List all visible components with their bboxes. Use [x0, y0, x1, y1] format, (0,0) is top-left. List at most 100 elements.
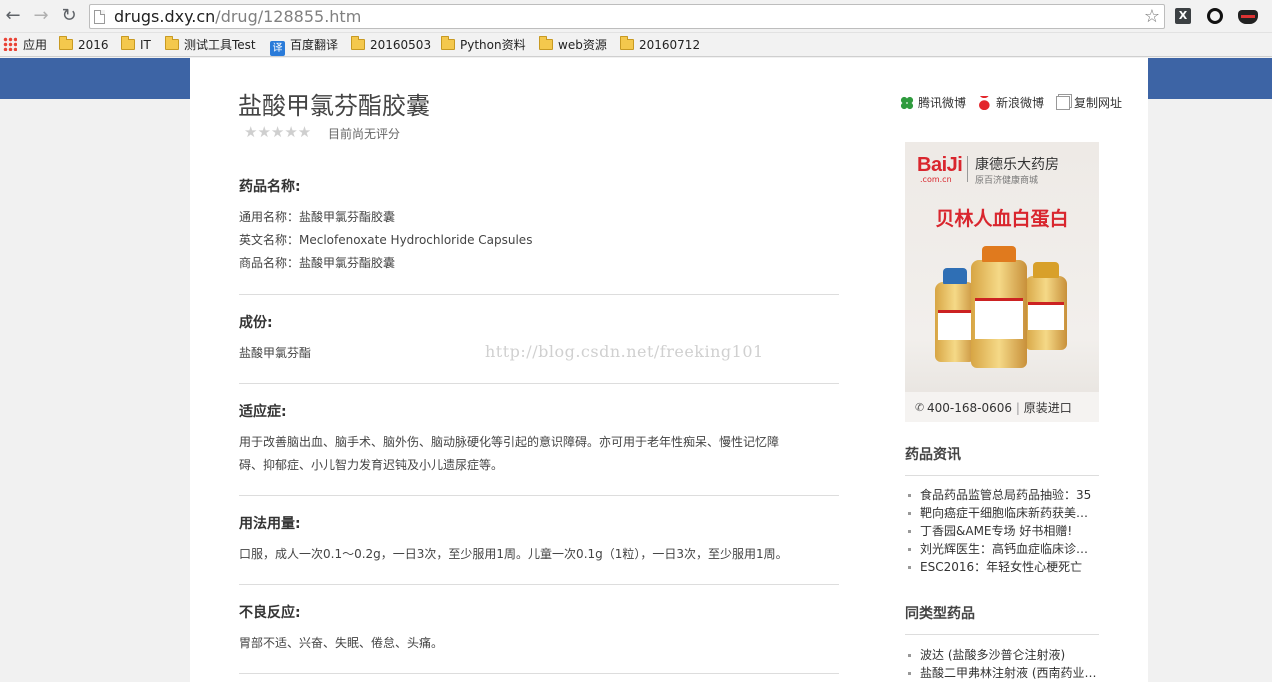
bookmark-label: 百度翻译 [290, 38, 339, 52]
bookmark-star-icon[interactable]: ☆ [1144, 5, 1160, 28]
bookmarks-bar: 应用 2016 IT 测试工具Test 译百度翻译 20160503 Pytho… [0, 33, 1272, 57]
similar-drugs-title: 同类型药品 [905, 606, 975, 622]
section-heading: 药品名称: [239, 179, 301, 195]
ad-phone-note: 原装进口 [1023, 401, 1072, 415]
copy-url-link[interactable]: 复制网址 [1056, 94, 1122, 111]
section-heading: 不良反应: [239, 605, 301, 621]
folder-icon [59, 36, 73, 50]
address-bar[interactable]: drugs.dxy.cn/drug/128855.htm ☆ [89, 4, 1165, 29]
bookmark-label: 2016 [78, 38, 109, 52]
watermark-text: http://blog.csdn.net/freeking101 [485, 342, 764, 361]
share-label: 复制网址 [1074, 96, 1123, 110]
news-list: 食品药品监管总局药品抽验：35 靶向癌症干细胞临床新药获美国… 丁香园&AME专… [905, 486, 1099, 576]
ad-bottle-image [1025, 262, 1067, 350]
section-divider [239, 495, 839, 496]
rating-stars[interactable]: ★★★★★ [244, 123, 311, 141]
section-adverse-reactions: 不良反应: 胃部不适、兴奋、失眠、倦怠、头痛。 [239, 602, 839, 655]
ad-store-subtitle: 原百济健康商城 [975, 176, 1039, 186]
similar-drug-item[interactable]: 波达 (盐酸多沙普仑注射液) [905, 646, 1099, 664]
rating-text: 目前尚无评分 [328, 127, 401, 141]
section-dosage: 用法用量: 口服，成人一次0.1～0.2g，一日3次，至少服用1周。儿童一次0.… [239, 513, 839, 566]
similar-rule [905, 634, 1099, 635]
similar-drug-item[interactable]: 盐酸二甲弗林注射液 (西南药业… [905, 664, 1099, 682]
ad-phone-number: 400-168-0606 [927, 401, 1013, 415]
news-item[interactable]: 食品药品监管总局药品抽验：35 [905, 486, 1099, 504]
ad-phone-bar: ✆ 400-168-0606 | 原装进口 [905, 392, 1099, 422]
bookmark-folder-it[interactable]: IT [121, 36, 151, 54]
bookmark-folder-python[interactable]: Python资料 [441, 36, 526, 54]
bookmark-apps[interactable]: 应用 [3, 37, 47, 54]
adverse-reactions-text: 胃部不适、兴奋、失眠、倦怠、头痛。 [239, 636, 444, 650]
section-divider [239, 294, 839, 295]
ad-bottle-image [935, 268, 975, 362]
bookmark-folder-2016[interactable]: 2016 [59, 36, 109, 54]
reload-icon[interactable]: ↻ [58, 5, 80, 27]
news-title: 药品资讯 [905, 447, 961, 463]
similar-drugs-list: 波达 (盐酸多沙普仑注射液) 盐酸二甲弗林注射液 (西南药业… [905, 646, 1099, 682]
section-drug-name: 药品名称: 通用名称：盐酸甲氯芬酯胶囊 英文名称：Meclofenoxate H… [239, 176, 839, 275]
folder-icon [351, 36, 365, 50]
phone-icon: ✆ [915, 401, 925, 414]
copy-icon [1056, 96, 1070, 110]
folder-icon [121, 36, 135, 50]
share-tencent-weibo[interactable]: 腾讯微博 [900, 94, 966, 111]
news-item[interactable]: 丁香园&AME专场 好书相赠! [905, 522, 1099, 540]
section-divider [239, 673, 839, 674]
folder-icon [539, 36, 553, 50]
drug-title: 盐酸甲氯芬酯胶囊 [238, 92, 430, 120]
folder-icon [620, 36, 634, 50]
section-divider [239, 584, 839, 585]
section-heading: 适应症: [239, 404, 287, 420]
bookmark-label: 20160503 [370, 38, 432, 52]
drug-page: 盐酸甲氯芬酯胶囊 ★★★★★ 目前尚无评分 药品名称: 通用名称：盐酸甲氯芬酯胶… [190, 58, 1148, 682]
extension-x-icon[interactable]: X [1175, 8, 1191, 24]
bookmark-folder-web[interactable]: web资源 [539, 36, 607, 54]
folder-icon [165, 36, 179, 50]
generic-name-line: 通用名称：盐酸甲氯芬酯胶囊 [239, 210, 396, 224]
english-name-line: 英文名称：Meclofenoxate Hydrochloride Capsule… [239, 233, 533, 247]
ad-brand-logo: BaiJi [917, 154, 963, 176]
news-item[interactable]: 刘光辉医生：高钙血症临床诊治 6 [905, 540, 1099, 558]
bookmark-label: 测试工具Test [184, 38, 256, 52]
apps-grid-icon [3, 37, 17, 51]
ad-brand-domain: .com.cn [920, 175, 952, 184]
url-host: drugs.dxy.cn [114, 7, 216, 26]
extension-ring-icon[interactable] [1207, 8, 1223, 24]
ad-headline: 贝林人血白蛋白 [935, 208, 1069, 230]
indications-line: 碍、抑郁症、小儿智力发育迟钝及小儿遗尿症等。 [239, 458, 504, 472]
trade-name-line: 商品名称：盐酸甲氯芬酯胶囊 [239, 256, 396, 270]
share-sina-weibo[interactable]: 新浪微博 [978, 94, 1044, 111]
sina-weibo-icon [978, 96, 992, 110]
bookmark-label: 应用 [23, 38, 48, 52]
section-indications: 适应症: 用于改善脑出血、脑手术、脑外伤、脑动脉硬化等引起的意识障碍。亦可用于老… [239, 401, 839, 477]
bookmark-folder-20160712[interactable]: 20160712 [620, 36, 701, 54]
bookmark-baidu-translate[interactable]: 译百度翻译 [270, 37, 339, 56]
news-item[interactable]: ESC2016：年轻女性心梗死亡 [905, 558, 1099, 576]
ad-separator [967, 156, 968, 182]
bookmark-folder-20160503[interactable]: 20160503 [351, 36, 432, 54]
back-icon[interactable]: ← [2, 5, 24, 27]
ad-bottle-image [971, 246, 1027, 368]
browser-toolbar: ← → ↻ drugs.dxy.cn/drug/128855.htm ☆ X [0, 0, 1272, 33]
bookmark-label: Python资料 [460, 38, 526, 52]
bookmark-label: 20160712 [639, 38, 701, 52]
translate-icon: 译 [270, 41, 285, 56]
extension-mask-icon[interactable] [1238, 10, 1258, 24]
news-item[interactable]: 靶向癌症干细胞临床新药获美国… [905, 504, 1099, 522]
dosage-text: 口服，成人一次0.1～0.2g，一日3次，至少服用1周。儿童一次0.1g（1粒）… [239, 547, 788, 561]
news-rule [905, 475, 1099, 476]
ad-store-name: 康德乐大药房 [975, 157, 1059, 173]
forward-icon[interactable]: → [30, 5, 52, 27]
share-label: 腾讯微博 [918, 96, 967, 110]
share-label: 新浪微博 [996, 96, 1045, 110]
page-icon [94, 10, 105, 24]
url-text[interactable]: drugs.dxy.cn/drug/128855.htm [114, 7, 361, 27]
indications-line: 用于改善脑出血、脑手术、脑外伤、脑动脉硬化等引起的意识障碍。亦可用于老年性痴呆、… [239, 435, 780, 449]
bookmark-folder-test-tools[interactable]: 测试工具Test [165, 36, 256, 54]
url-path: /drug/128855.htm [215, 7, 362, 26]
bookmark-label: web资源 [558, 38, 607, 52]
bookmark-label: IT [140, 38, 151, 52]
tencent-weibo-icon [900, 96, 914, 110]
section-heading: 成份: [239, 315, 273, 331]
ad-banner[interactable]: BaiJi .com.cn 康德乐大药房 原百济健康商城 贝林人血白蛋白 ✆ 4… [905, 142, 1099, 422]
